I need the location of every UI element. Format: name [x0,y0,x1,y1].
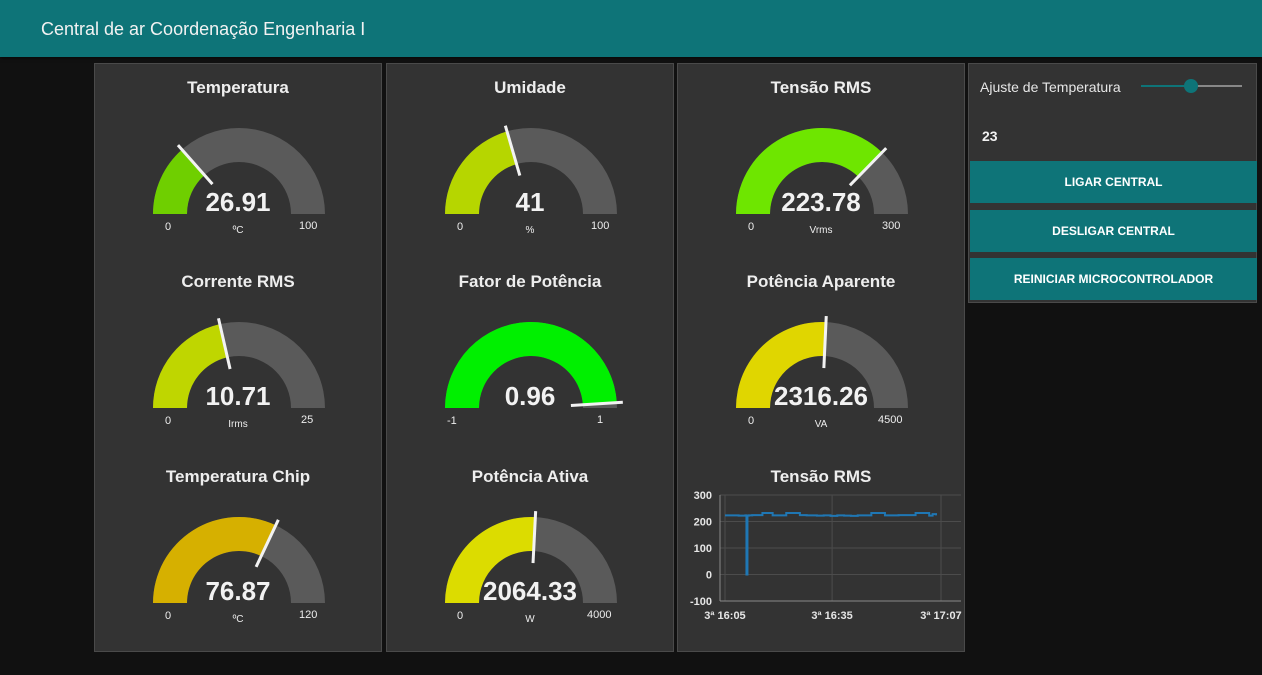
x-tick-label: 3ª 16:05 [704,610,745,622]
gauge-value: 2064.33 [483,576,577,606]
gauge-max: 1 [597,414,604,426]
y-tick-label: 300 [694,490,712,502]
y-tick-label: -100 [690,596,712,608]
gauge-chip: Temperatura Chip 76.87 0 120 ºC [95,453,381,653]
panel-column-1: Temperatura 26.91 0 100 ºC Corrente RMS 10.71… [94,63,382,652]
gauge-umidade: Umidade 41 0 100% [387,64,673,258]
gauge-value: 2316.26 [774,381,868,411]
gauge-fator: Fator de Potência 0.96 -1 1 [387,258,673,452]
gauge-unit: Irms [228,419,248,430]
ligar-central-button[interactable]: LIGAR CENTRAL [970,161,1257,203]
gauge-unit: W [525,614,535,625]
app-header: Central de ar Coordenação Engenharia I [0,0,1262,57]
gauge-ativa: Potência Ativa 2064.33 0 4000 W [387,453,673,653]
slider-label: Ajuste de Temperatura [980,79,1121,95]
gauge-unit: VA [814,419,828,430]
gauge-temperatura: Temperatura 26.91 0 100 ºC [95,64,381,258]
gauge-value: 76.87 [205,576,271,606]
gauge-value: 26.91 [205,187,271,217]
gauge-min: -1 [447,415,457,427]
reiniciar-microcontrolador-button[interactable]: REINICIAR MICROCONTROLADOR [970,258,1257,300]
gauge-unit: ºC [232,225,244,236]
gauge-unit: ºC [232,614,244,625]
gauge-tensao: Tensão RMS 223.78 0 300 Vrms [678,64,964,258]
app-title: Central de ar Coordenação Engenharia I [41,19,366,39]
gauge-arc [445,322,623,408]
y-tick-label: 100 [694,543,712,555]
temperature-slider-thumb[interactable] [1184,79,1198,93]
chart-tensao-widget: Tensão RMS 300 200 100 0 -100 3ª 16:05 3ª 16:3… [678,453,964,653]
gauge-value: 223.78 [781,187,861,217]
gauge-value: 41 [515,187,545,217]
gauge-aparente: Potência Aparente 2316.26 0 4500 VA [678,258,964,452]
series-line [725,512,937,576]
gauge-value: 0.96 [504,381,556,411]
x-tick-label: 3ª 16:35 [811,610,852,622]
panel-column-3: Tensão RMS 223.78 0 300 Vrms Potência Aparen… [677,63,965,652]
slider-value: 23 [982,128,998,144]
y-tick-label: 0 [706,570,712,582]
control-panel: Ajuste de Temperatura 23 LIGAR CENTRAL D… [968,63,1257,303]
gauge-unit: % [525,225,535,236]
tensao-line-chart: 300 200 100 0 -100 3ª 16:05 3ª 16:35 3ª 17:07 [690,490,962,622]
desligar-central-button[interactable]: DESLIGAR CENTRAL [970,210,1257,252]
x-tick-label: 3ª 17:07 [920,610,961,622]
gauge-value: 10.71 [205,381,271,411]
gauge-corrente: Corrente RMS 10.71 0 25 Irms [95,258,381,452]
panel-column-2: Umidade 41 0 100% Fator de Potência 0.96 -1 1 … [386,63,674,652]
chart-title: Tensão RMS [770,467,872,486]
y-tick-label: 200 [694,517,712,529]
gauge-unit: Vrms [809,225,833,236]
